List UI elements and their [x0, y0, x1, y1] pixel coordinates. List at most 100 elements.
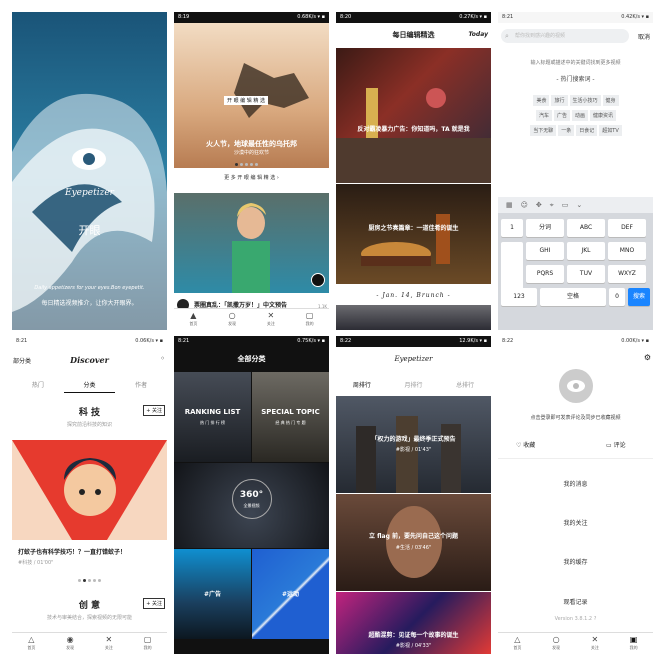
tab-monthly[interactable]: 月排行: [388, 380, 440, 389]
chip[interactable]: 汽车: [535, 110, 552, 121]
special-topic-tile[interactable]: SPECIAL TOPIC 经 典 热 门 专 题: [252, 372, 329, 462]
key-7[interactable]: MNO: [608, 242, 646, 260]
chip[interactable]: 美食: [533, 95, 550, 106]
avatar[interactable]: [559, 369, 593, 403]
chip[interactable]: 生活小技巧: [569, 95, 601, 106]
video-thumbnail[interactable]: [12, 440, 167, 540]
chip[interactable]: 一条: [558, 125, 575, 136]
key-9[interactable]: TUV: [567, 265, 605, 283]
editor-badge: 开 眼 编 辑 精 选: [224, 96, 268, 105]
menu-item-history[interactable]: 观看记录: [498, 597, 653, 606]
menu-item-messages[interactable]: 我的消息: [498, 479, 653, 488]
rank-video-1[interactable]: 「权力的游戏」最终季正式预告 #影视 / 01'43": [336, 396, 491, 493]
key-3[interactable]: ABC: [567, 219, 605, 237]
tab-author[interactable]: 作者: [115, 380, 167, 393]
menu-item-following[interactable]: 我的关注: [498, 518, 653, 527]
key-1[interactable]: 1: [501, 219, 523, 237]
discover-tabs: 热门 分类 作者: [12, 380, 167, 393]
follow-icon: ✕: [105, 635, 113, 644]
menu-item-downloads[interactable]: 我的缓存: [498, 557, 653, 566]
chip[interactable]: 超如TV: [599, 125, 622, 136]
hero-image[interactable]: 开 眼 编 辑 精 选 火人节，地球最任性的乌托邦 沙漠中的狂欢节: [174, 23, 329, 168]
status-bar: 8:21 0.75K/s ▾ ▪: [174, 336, 329, 347]
ad-label: #广告: [203, 591, 222, 598]
more-editor-picks-link[interactable]: 更 多 开 眼 编 辑 精 选 ›: [174, 174, 329, 181]
360-video-tile[interactable]: 360° 全景视频: [174, 463, 329, 548]
key-4[interactable]: DEF: [608, 219, 646, 237]
hero-title: 火人节，地球最任性的乌托邦: [206, 140, 297, 148]
tab-discover[interactable]: ◉ 发现: [51, 633, 90, 654]
sport-tile[interactable]: #运动: [252, 549, 329, 639]
bottom-tab-bar: ▲ 首页 ○ 发现 ✕ 关注 ▢ 我的: [174, 308, 329, 330]
comments-button[interactable]: ▭ 评论: [606, 440, 626, 449]
tab-home[interactable]: ▲ 首页: [174, 309, 213, 330]
chip[interactable]: 健身: [602, 95, 619, 106]
chip[interactable]: 旅行: [551, 95, 568, 106]
discover-icon: ○: [228, 311, 236, 320]
status-bar: 8:22 12.9K/s ▾ ▪: [336, 336, 491, 347]
key-2[interactable]: 分词: [526, 219, 564, 237]
key-5[interactable]: GHI: [526, 242, 564, 260]
illustration-graphic: [12, 440, 167, 540]
tab-weekly[interactable]: 周排行: [336, 380, 388, 389]
video-card-3[interactable]: [336, 305, 491, 330]
follow-button-2[interactable]: + 关注: [143, 598, 165, 609]
login-prompt[interactable]: 点击登录即可发表评论及同步已收藏视频: [498, 414, 653, 421]
discover-screen: 8:21 0.06K/s ▾ ▪ 部分类 Discover ◦ 热门 分类 作者 …: [12, 336, 167, 654]
favorites-button[interactable]: ♡ 收藏: [516, 440, 535, 449]
bottom-tab-bar: △ 首页 ◉ 发现 ✕ 关注 ▢ 我的: [12, 632, 167, 654]
rank-video-3[interactable]: 超酷混剪：见证每一个故事的诞生 #影视 / 04'33": [336, 592, 491, 654]
home-screen: 8:19 0.68K/s ▾ ▪ 开 眼 编 辑 精 选 火人节，地球最任性的乌托…: [174, 12, 329, 330]
tab-home[interactable]: △ 首页: [12, 633, 51, 654]
page-title: Discover: [70, 355, 109, 365]
tab-mine[interactable]: ▣ 我的: [614, 633, 653, 654]
chip[interactable]: 健康资讯: [590, 110, 617, 121]
settings-icon[interactable]: ⚙: [644, 353, 651, 362]
key-space[interactable]: 空格: [540, 288, 606, 306]
search-input[interactable]: ⌕ 帮你找到感兴趣的视频: [501, 29, 629, 43]
ad-tile[interactable]: #广告: [174, 549, 251, 639]
video-card-2[interactable]: 厨房之节奏篇章：一道佳肴的诞生: [336, 184, 491, 284]
tab-follow[interactable]: ✕ 关注: [576, 633, 615, 654]
follow-button[interactable]: + 关注: [143, 405, 165, 416]
key-zero[interactable]: 0: [609, 288, 625, 306]
chip[interactable]: 当下无聊: [530, 125, 557, 136]
tab-hot[interactable]: 热门: [12, 380, 64, 393]
tab-discover[interactable]: ○ 发现: [537, 633, 576, 654]
start-button[interactable]: 开眼: [12, 222, 167, 238]
tagline-cn: 每日精选视频推介，让你大开眼界。: [41, 300, 138, 307]
video-card-1[interactable]: 反对霸凌暴力广告：你知道吗，TA 就是我: [336, 48, 491, 183]
key-10[interactable]: WXYZ: [608, 265, 646, 283]
key-123[interactable]: 123: [501, 288, 537, 306]
key-search[interactable]: 搜索: [628, 288, 650, 306]
key-6[interactable]: JKL: [567, 242, 605, 260]
all-categories-screen: 8:21 0.75K/s ▾ ▪ 全部分类 RANKING LIST 热 门 排 …: [174, 336, 329, 654]
rank-meta-2: #生活 / 03'46": [395, 545, 432, 551]
tab-mine[interactable]: ▢ 我的: [290, 309, 329, 330]
share-icon[interactable]: ◦: [160, 354, 165, 363]
hot-search-title: - 热门搜索词 -: [556, 76, 595, 83]
sport-label: #运动: [281, 591, 300, 598]
ranking-tabs: 周排行 月排行 总排行: [336, 380, 491, 389]
ranking-list-tile[interactable]: RANKING LIST 热 门 排 行 榜: [174, 372, 251, 462]
key-8[interactable]: PQRS: [526, 265, 564, 283]
rank-video-2[interactable]: 立 flag 前，要先问自己这个问题 #生活 / 03'46": [336, 494, 491, 591]
chip[interactable]: 动画: [572, 110, 589, 121]
chip[interactable]: 广告: [553, 110, 570, 121]
tab-follow[interactable]: ✕ 关注: [90, 633, 129, 654]
video-title-1: 反对霸凌暴力广告：你知道吗，TA 就是我: [357, 126, 470, 133]
tagline-en: Daily appetizers for your eyes.Bon eyepe…: [34, 285, 145, 291]
status-bar: 8:21 0.06K/s ▾ ▪: [12, 336, 167, 347]
chip[interactable]: 日食记: [576, 125, 598, 136]
tab-home[interactable]: △ 首页: [498, 633, 537, 654]
special-title: SPECIAL TOPIC: [261, 408, 320, 416]
cancel-button[interactable]: 取消: [638, 32, 650, 41]
tab-follow[interactable]: ✕ 关注: [252, 309, 291, 330]
tab-total[interactable]: 总排行: [439, 380, 491, 389]
tab-category[interactable]: 分类: [63, 380, 116, 393]
mine-icon: ▢: [305, 311, 314, 320]
search-icon: ⌕: [505, 32, 509, 40]
tab-discover[interactable]: ○ 发现: [213, 309, 252, 330]
video-thumbnail[interactable]: [174, 193, 329, 293]
tab-mine[interactable]: ▢ 我的: [128, 633, 167, 654]
